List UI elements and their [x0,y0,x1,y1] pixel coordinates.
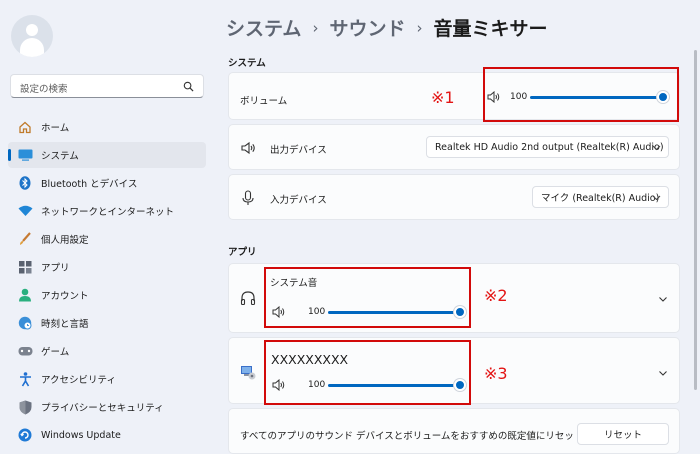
sidebar-item-label: ゲーム [41,347,70,358]
output-device-label: 出力デバイス [270,145,327,156]
sidebar: 設定の検索 ホーム システム Bluetooth とデバイス ネットワークとイン… [0,0,212,450]
breadcrumb: システム › サウンド › 音量ミキサー [226,14,547,41]
reset-button-label: リセット [603,430,642,441]
breadcrumb-system[interactable]: システム [226,14,301,41]
accessibility-icon [17,371,33,387]
sidebar-item-personalization[interactable]: 個人用設定 [8,226,206,252]
search-input[interactable]: 設定の検索 [10,74,204,98]
chevron-down-icon[interactable] [658,294,668,304]
sidebar-nav: ホーム システム Bluetooth とデバイス ネットワークとインターネット … [8,114,206,450]
chevron-down-icon[interactable] [658,368,668,378]
scrollbar[interactable] [694,50,697,390]
sidebar-item-label: システム [41,151,79,162]
sidebar-item-privacy[interactable]: プライバシーとセキュリティ [8,394,206,420]
sidebar-item-label: 時刻と言語 [41,319,89,330]
sidebar-item-accessibility[interactable]: アクセシビリティ [8,366,206,392]
app-icon [241,366,256,380]
account-icon [17,287,33,303]
sidebar-item-label: Windows Update [41,429,121,441]
search-icon[interactable] [183,81,194,92]
breadcrumb-sound[interactable]: サウンド [329,14,405,41]
sidebar-item-home[interactable]: ホーム [8,114,206,140]
sidebar-item-system[interactable]: システム [8,142,206,168]
section-title-system: システム [228,58,266,69]
input-device-dropdown[interactable]: マイク (Realtek(R) Audio) [532,186,669,208]
chevron-down-icon [652,145,661,151]
sidebar-item-apps[interactable]: アプリ [8,254,206,280]
bluetooth-icon [17,175,33,191]
sidebar-item-label: ネットワークとインターネット [41,207,175,218]
speaker-icon [241,141,255,155]
sidebar-item-label: アクセシビリティ [41,375,116,386]
sidebar-item-label: ホーム [41,123,70,134]
sidebar-item-label: アカウント [41,291,89,302]
sidebar-item-label: アプリ [41,263,70,274]
output-device-dropdown[interactable]: Realtek HD Audio 2nd output (Realtek(R) … [426,136,669,158]
output-device-card: 出力デバイス Realtek HD Audio 2nd output (Real… [228,124,680,170]
gamepad-icon [17,343,33,359]
sidebar-item-label: Bluetooth とデバイス [41,179,138,190]
microphone-icon [242,190,254,205]
annotation-label-2: ※2 [484,286,508,305]
windows-update-icon [17,427,33,443]
search-placeholder: 設定の検索 [20,84,68,95]
sidebar-item-accounts[interactable]: アカウント [8,282,206,308]
chevron-down-icon [652,195,661,201]
sidebar-item-bluetooth[interactable]: Bluetooth とデバイス [8,170,206,196]
page-title: 音量ミキサー [433,18,548,40]
system-icon [17,147,33,163]
sidebar-item-label: プライバシーとセキュリティ [41,403,164,414]
input-device-label: 入力デバイス [270,195,327,206]
input-device-card: 入力デバイス マイク (Realtek(R) Audio) [228,174,680,220]
wifi-icon [17,203,33,219]
sidebar-item-time-language[interactable]: 時刻と言語 [8,310,206,336]
input-device-selected: マイク (Realtek(R) Audio) [541,193,660,204]
reset-button[interactable]: リセット [577,423,669,445]
headphones-icon [240,291,256,306]
annotation-box-2 [264,267,471,328]
sidebar-item-gaming[interactable]: ゲーム [8,338,206,364]
annotation-label-3: ※3 [484,364,508,383]
annotation-box-1 [483,67,679,122]
home-icon [17,119,33,135]
globe-clock-icon [17,315,33,331]
apps-icon [17,259,33,275]
sidebar-item-windows-update[interactable]: Windows Update [8,422,206,448]
volume-label: ボリューム [240,96,288,107]
annotation-box-3 [264,340,471,405]
sidebar-item-label: 個人用設定 [41,235,89,246]
reset-description: すべてのアプリのサウンド デバイスとボリュームをおすすめの既定値にリセットする [240,431,603,442]
shield-icon [17,399,33,415]
breadcrumb-separator: › [312,18,319,37]
avatar[interactable] [11,15,53,57]
output-device-selected: Realtek HD Audio 2nd output (Realtek(R) … [435,141,664,153]
annotation-label-1: ※1 [431,88,455,107]
sidebar-item-network[interactable]: ネットワークとインターネット [8,198,206,224]
brush-icon [17,231,33,247]
section-title-apps: アプリ [228,247,257,258]
breadcrumb-separator: › [416,18,423,37]
